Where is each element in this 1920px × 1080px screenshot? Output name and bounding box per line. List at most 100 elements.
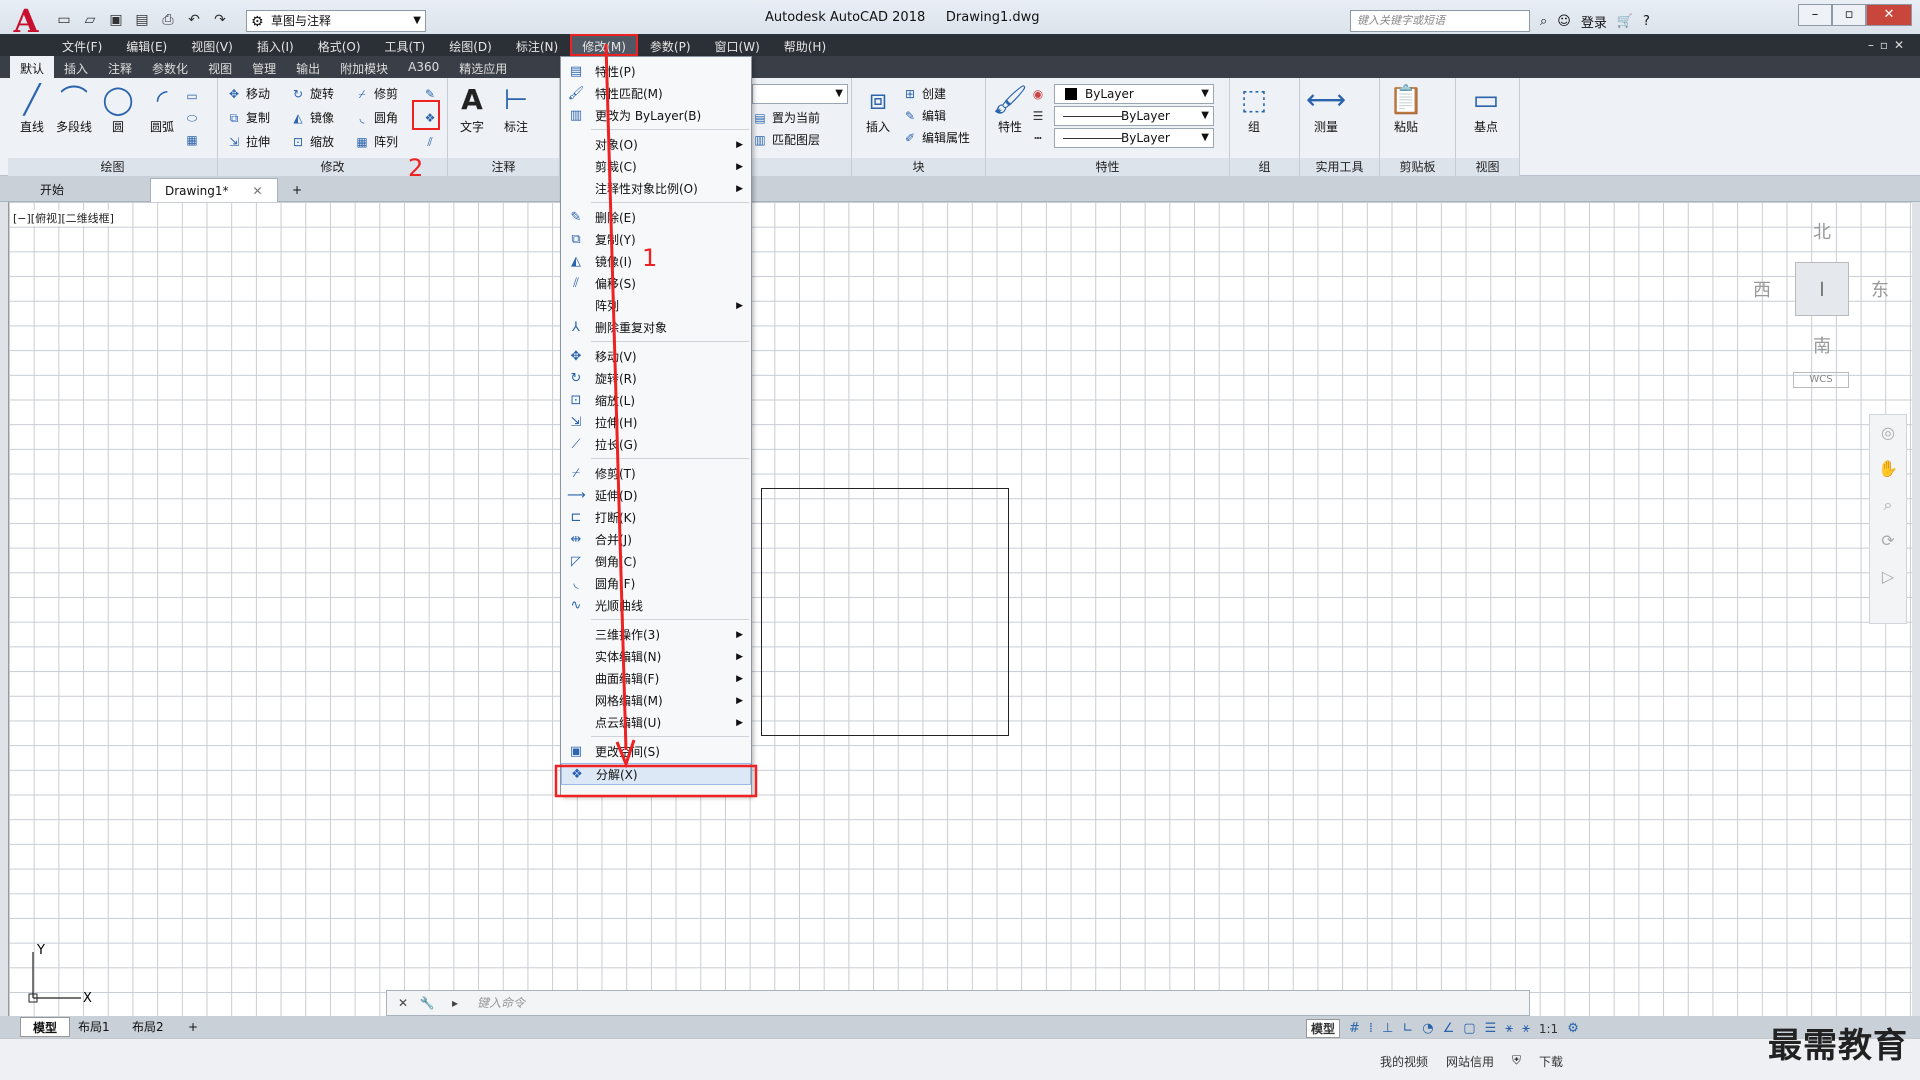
properties-group-title[interactable]: 特性 xyxy=(986,158,1229,176)
modify-menu-item[interactable]: ❖ 分解(X) xyxy=(561,763,751,785)
text-button[interactable]: A 文字 xyxy=(450,82,494,135)
paste-button[interactable]: 📋 粘贴 xyxy=(1384,82,1428,135)
tab-view[interactable]: 视图 xyxy=(198,56,242,78)
print-icon[interactable]: ⎙ xyxy=(158,10,178,30)
polar-icon[interactable]: ◔ xyxy=(1422,1021,1433,1036)
match-properties-button[interactable]: 🖌 特性 xyxy=(988,82,1032,135)
modify-menu-item[interactable]: ⇲ 拉伸(H) xyxy=(561,412,751,434)
new-tab-button[interactable]: + xyxy=(278,178,316,202)
binoculars-icon[interactable]: ⌕ xyxy=(1540,14,1547,29)
user-icon[interactable]: ☺ xyxy=(1557,14,1571,29)
modify-menu-item[interactable]: ⊏ 打断(K) xyxy=(561,507,751,529)
color-select[interactable]: ByLayer ▼ xyxy=(1054,84,1214,104)
showmotion-icon[interactable]: ▷ xyxy=(1870,559,1906,595)
block-group-title[interactable]: 块 xyxy=(852,158,985,176)
menu-window[interactable]: 窗口(W) xyxy=(703,34,772,56)
rotate-button[interactable]: ↻ 旋转 xyxy=(290,84,334,104)
tab-drawing1[interactable]: Drawing1* ✕ xyxy=(150,178,278,202)
close-button[interactable]: ✕ xyxy=(1866,4,1912,26)
model-space-button[interactable]: 模型 xyxy=(1306,1019,1341,1038)
modify-menu-item[interactable]: 剪裁(C) ▶ xyxy=(561,156,751,178)
modify-menu-item[interactable]: ⊡ 缩放(L) xyxy=(561,390,751,412)
annotation-scale[interactable]: 1:1 xyxy=(1539,1022,1558,1036)
tab-annotate[interactable]: 注释 xyxy=(98,56,142,78)
modify-menu-item[interactable]: ▤ 特性(P) xyxy=(561,61,751,83)
snap-icon[interactable]: ⁞ xyxy=(1369,1021,1373,1036)
hatch-button[interactable]: ▦ xyxy=(184,130,204,150)
tab-manage[interactable]: 管理 xyxy=(242,56,286,78)
tab-a360[interactable]: A360 xyxy=(398,56,449,78)
login-link[interactable]: 登录 xyxy=(1581,12,1607,31)
download-link[interactable]: 下载 xyxy=(1539,1053,1563,1070)
menu-help[interactable]: 帮助(H) xyxy=(772,34,838,56)
tab-output[interactable]: 输出 xyxy=(286,56,330,78)
ellipse-button[interactable]: ⬭ xyxy=(184,108,204,128)
tab-insert[interactable]: 插入 xyxy=(54,56,98,78)
app-logo[interactable]: A xyxy=(6,4,46,38)
help-search-input[interactable]: 键入关键字或短语 xyxy=(1350,10,1530,32)
zoom-icon[interactable]: ⌕ xyxy=(1870,487,1906,523)
array-button[interactable]: ▦ 阵列 xyxy=(354,132,398,152)
orbit-icon[interactable]: ⟳ xyxy=(1870,523,1906,559)
layers-group-title[interactable] xyxy=(752,158,851,176)
menu-format[interactable]: 格式(O) xyxy=(306,34,373,56)
polyline-button[interactable]: ⌒ 多段线 xyxy=(52,82,96,135)
new-file-icon[interactable]: ▭ xyxy=(54,10,74,30)
copy-button[interactable]: ⧉ 复制 xyxy=(226,108,270,128)
menu-tools[interactable]: 工具(T) xyxy=(373,34,438,56)
viewcube-east[interactable]: 东 xyxy=(1871,276,1889,302)
annotation-visibility-icon[interactable]: ⚹ xyxy=(1505,1021,1513,1036)
viewcube-west[interactable]: 西 xyxy=(1753,276,1771,302)
annotation-group-title[interactable]: 注释 xyxy=(448,158,559,176)
modify-menu-item[interactable]: ✎ 删除(E) xyxy=(561,207,751,229)
trim-button[interactable]: ⌿ 修剪 xyxy=(354,84,398,104)
menu-view[interactable]: 视图(V) xyxy=(179,34,245,56)
osnap-tracking-icon[interactable]: ∠ xyxy=(1443,1021,1455,1036)
modify-menu-item[interactable]: 三维操作(3) ▶ xyxy=(561,624,751,646)
ortho-icon[interactable]: ∟ xyxy=(1402,1021,1413,1036)
circle-button[interactable]: ◯ 圆 xyxy=(96,82,140,135)
modify-menu-item[interactable]: 对象(O) ▶ xyxy=(561,134,751,156)
menu-file[interactable]: 文件(F) xyxy=(50,34,114,56)
menu-modify[interactable]: 修改(M) xyxy=(570,34,638,56)
modify-menu-item[interactable]: 网格编辑(M) ▶ xyxy=(561,690,751,712)
edit-block-button[interactable]: ✎ 编辑 xyxy=(902,106,946,126)
workspace-select[interactable]: ⚙ 草图与注释 ▼ xyxy=(246,10,426,32)
move-button[interactable]: ✥ 移动 xyxy=(226,84,270,104)
lineweight-select[interactable]: ByLayer ▼ xyxy=(1054,106,1214,126)
drawn-rectangle[interactable] xyxy=(761,488,1009,736)
base-view-button[interactable]: ▭ 基点 xyxy=(1464,82,1508,135)
mirror-button[interactable]: ◭ 镜像 xyxy=(290,108,334,128)
modify-menu-item[interactable]: ⇹ 合并(J) xyxy=(561,529,751,551)
tab-start[interactable]: 开始 xyxy=(26,178,78,202)
measure-button[interactable]: ⟷ 测量 xyxy=(1304,82,1348,135)
cart-icon[interactable]: 🛒 xyxy=(1617,14,1633,29)
tab-parametric[interactable]: 参数化 xyxy=(142,56,198,78)
help-icon[interactable]: ? xyxy=(1643,14,1650,29)
menu-draw[interactable]: 绘图(D) xyxy=(437,34,504,56)
auto-scale-icon[interactable]: ⚹ xyxy=(1522,1021,1530,1036)
fillet-button[interactable]: ◟ 圆角 xyxy=(354,108,398,128)
my-video-link[interactable]: 我的视频 xyxy=(1380,1053,1428,1070)
modify-menu-item[interactable]: ⟋ 拉长(G) xyxy=(561,434,751,456)
save-as-icon[interactable]: ▤ xyxy=(132,10,152,30)
modify-menu-item[interactable]: ✥ 移动(V) xyxy=(561,346,751,368)
modify-menu-item[interactable]: ▣ 更改空间(S) xyxy=(561,741,751,763)
close-icon[interactable]: ✕ xyxy=(253,184,263,198)
site-credit-link[interactable]: 网站信用 xyxy=(1446,1053,1494,1070)
edit-attributes-button[interactable]: ✐ 编辑属性 xyxy=(902,128,970,148)
view-group-title[interactable]: 视图 xyxy=(1456,158,1519,176)
arc-button[interactable]: ◜ 圆弧 xyxy=(140,82,184,135)
command-history-icon[interactable]: ▸ xyxy=(445,993,465,1013)
tab-home[interactable]: 默认 xyxy=(10,56,55,78)
command-input[interactable]: 键入命令 xyxy=(477,994,525,1011)
dimension-button[interactable]: ⊢ 标注 xyxy=(494,82,538,135)
menu-dimension[interactable]: 标注(N) xyxy=(504,34,570,56)
menu-parametric[interactable]: 参数(P) xyxy=(638,34,703,56)
viewcube-south[interactable]: 南 xyxy=(1813,332,1831,358)
modify-menu-item[interactable]: ∿ 光顺曲线 xyxy=(561,595,751,617)
modify-menu-item[interactable]: 🖌 特性匹配(M) xyxy=(561,83,751,105)
minimize-button[interactable]: – xyxy=(1798,4,1832,26)
pan-icon[interactable]: ✋ xyxy=(1870,451,1906,487)
scale-button[interactable]: ⊡ 缩放 xyxy=(290,132,334,152)
